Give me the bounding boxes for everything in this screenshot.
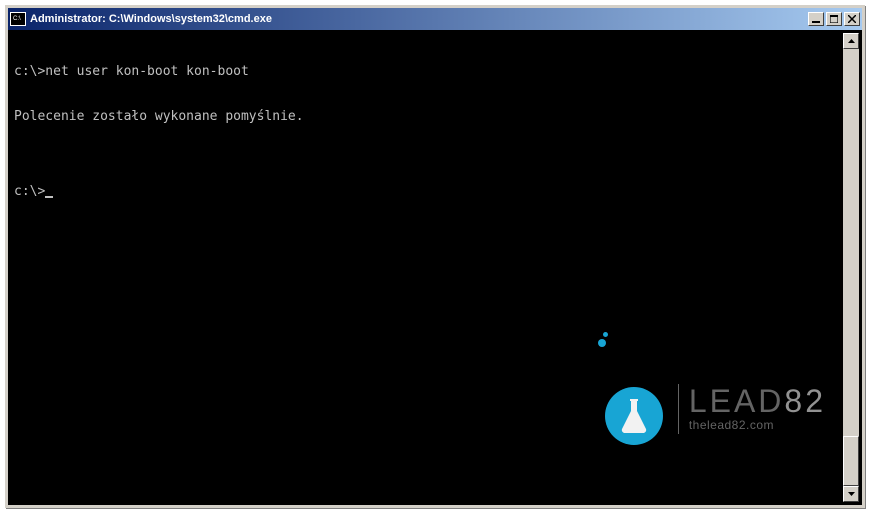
titlebar-left: Administrator: C:\Windows\system32\cmd.e… xyxy=(10,12,272,26)
scroll-down-button[interactable] xyxy=(843,486,859,502)
scroll-thumb[interactable] xyxy=(843,436,859,486)
minimize-button[interactable] xyxy=(808,12,824,26)
cmd-icon xyxy=(10,12,26,26)
titlebar: Administrator: C:\Windows\system32\cmd.e… xyxy=(8,8,862,30)
scroll-track[interactable] xyxy=(843,49,859,486)
cmd-window: Administrator: C:\Windows\system32\cmd.e… xyxy=(5,5,865,508)
watermark: LEAD82 thelead82.com xyxy=(605,342,826,475)
close-button[interactable] xyxy=(844,12,860,26)
cursor-icon xyxy=(45,196,53,198)
window-controls xyxy=(806,12,860,26)
brand-name: LEAD82 xyxy=(689,385,826,419)
flask-icon xyxy=(605,387,663,445)
watermark-text: LEAD82 thelead82.com xyxy=(689,385,826,431)
console-prompt-line: c:\> xyxy=(14,184,856,199)
separator-icon xyxy=(678,384,679,434)
console-output[interactable]: c:\>net user kon-boot kon-boot Polecenie… xyxy=(8,30,862,505)
console-prompt: c:\> xyxy=(14,184,45,199)
scroll-up-button[interactable] xyxy=(843,33,859,49)
window-title: Administrator: C:\Windows\system32\cmd.e… xyxy=(30,13,272,25)
console-line: c:\>net user kon-boot kon-boot xyxy=(14,64,856,79)
brand-url: thelead82.com xyxy=(689,419,826,432)
console-line: Polecenie zostało wykonane pomyślnie. xyxy=(14,109,856,124)
maximize-button[interactable] xyxy=(826,12,842,26)
vertical-scrollbar[interactable] xyxy=(843,33,859,502)
bubbles-icon xyxy=(595,332,608,347)
